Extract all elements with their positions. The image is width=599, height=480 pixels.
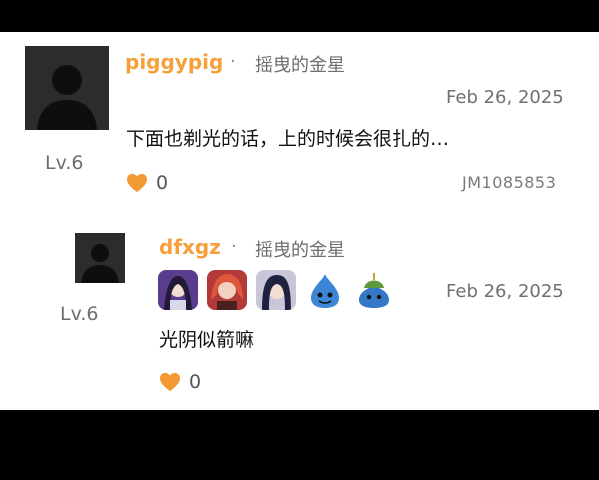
user-avatar[interactable]: [25, 46, 109, 130]
reply-separator-dot: ·: [231, 236, 237, 257]
heart-icon: [127, 173, 147, 193]
default-avatar-icon: [75, 233, 125, 283]
reply-user-title: 摇曳的金星: [255, 240, 345, 261]
reply-user-avatar[interactable]: [75, 233, 125, 283]
red-hair-character-icon[interactable]: [207, 270, 247, 310]
like-count: 0: [156, 172, 169, 194]
comment-panel: Lv.6 piggypig · 摇曳的金星 Feb 26, 2025 下面也剃光…: [0, 32, 599, 410]
user-level: Lv.6: [45, 152, 84, 174]
separator-dot: ·: [230, 51, 236, 72]
user-title: 摇曳的金星: [255, 55, 345, 76]
like-button[interactable]: 0: [126, 172, 168, 194]
default-avatar-icon: [25, 46, 109, 130]
reply-username[interactable]: dfxgz: [159, 235, 221, 259]
badge-row: [158, 270, 394, 310]
comment-text: 下面也剃光的话，上的时候会很扎的…: [126, 128, 450, 150]
reply-date: Feb 26, 2025: [446, 281, 564, 302]
heart-icon: [160, 372, 180, 392]
reply-like-count: 0: [189, 371, 202, 393]
reply-user-level: Lv.6: [60, 303, 99, 325]
armored-slime-icon[interactable]: [354, 270, 394, 310]
blue-slime-icon[interactable]: [305, 270, 345, 310]
username[interactable]: piggypig: [125, 50, 223, 74]
dark-hair-character-icon[interactable]: [256, 270, 296, 310]
reply-text: 光阴似箭嘛: [159, 329, 255, 351]
reply-like-button[interactable]: 0: [159, 371, 201, 393]
purple-hair-character-icon[interactable]: [158, 270, 198, 310]
comment-id: JM1085853: [462, 173, 557, 192]
comment-date: Feb 26, 2025: [446, 87, 564, 108]
